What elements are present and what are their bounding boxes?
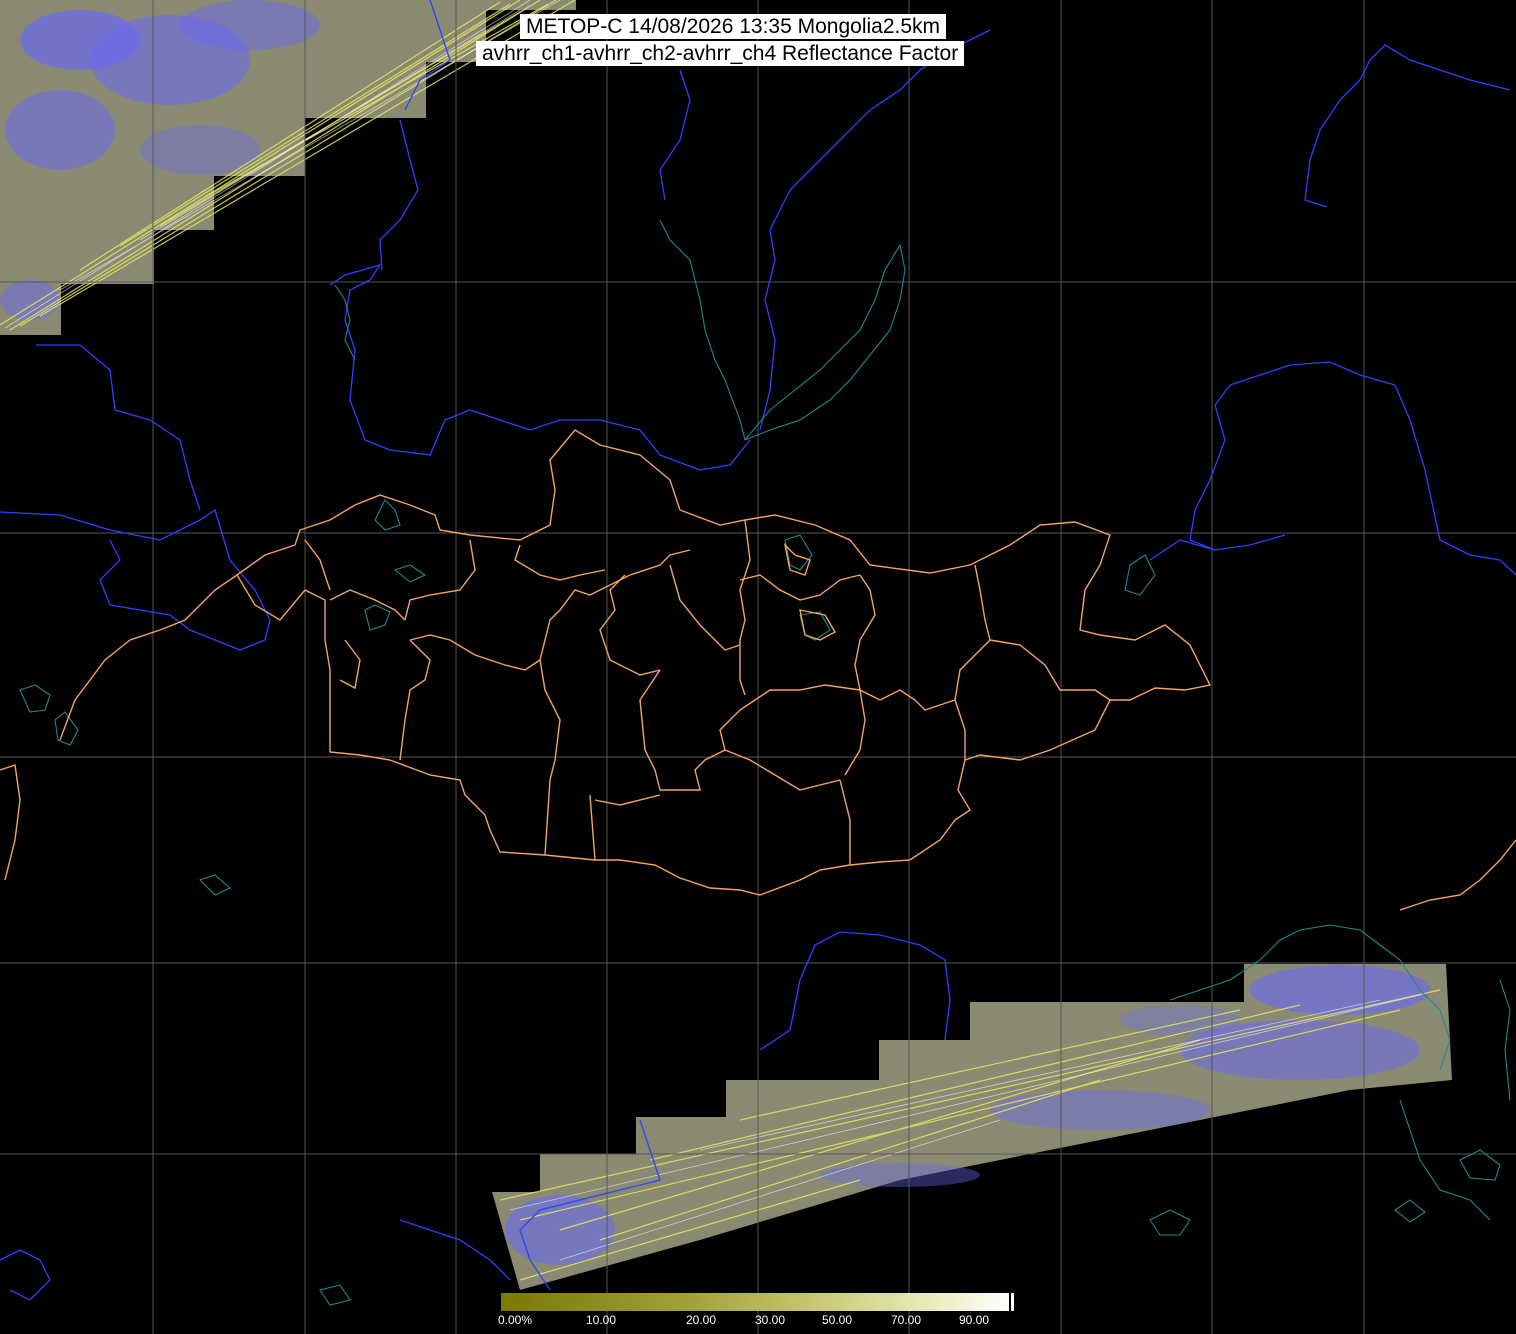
colorbar-tick-label: 90.00 xyxy=(959,1313,990,1327)
colorbar-tick-label: 70.00 xyxy=(891,1313,922,1327)
colorbar-tick-label: 50.00 xyxy=(822,1313,853,1327)
colorbar-end-cap xyxy=(1011,1293,1014,1311)
colorbar-tick-label: 10.00 xyxy=(586,1313,617,1327)
colorbar xyxy=(501,1293,1014,1311)
colorbar-tick-label: 20.00 xyxy=(686,1313,717,1327)
title-line-2: avhrr_ch1-avhrr_ch2-avhrr_ch4 Reflectanc… xyxy=(476,41,965,66)
title-line-1: METOP-C 14/08/2026 13:35 Mongolia2.5km xyxy=(520,14,947,39)
colorbar-tick-label: 0.00% xyxy=(498,1313,533,1327)
satellite-map xyxy=(0,0,1516,1334)
colorbar-tick-label: 30.00 xyxy=(755,1313,786,1327)
colorbar-ramp xyxy=(501,1293,1009,1311)
